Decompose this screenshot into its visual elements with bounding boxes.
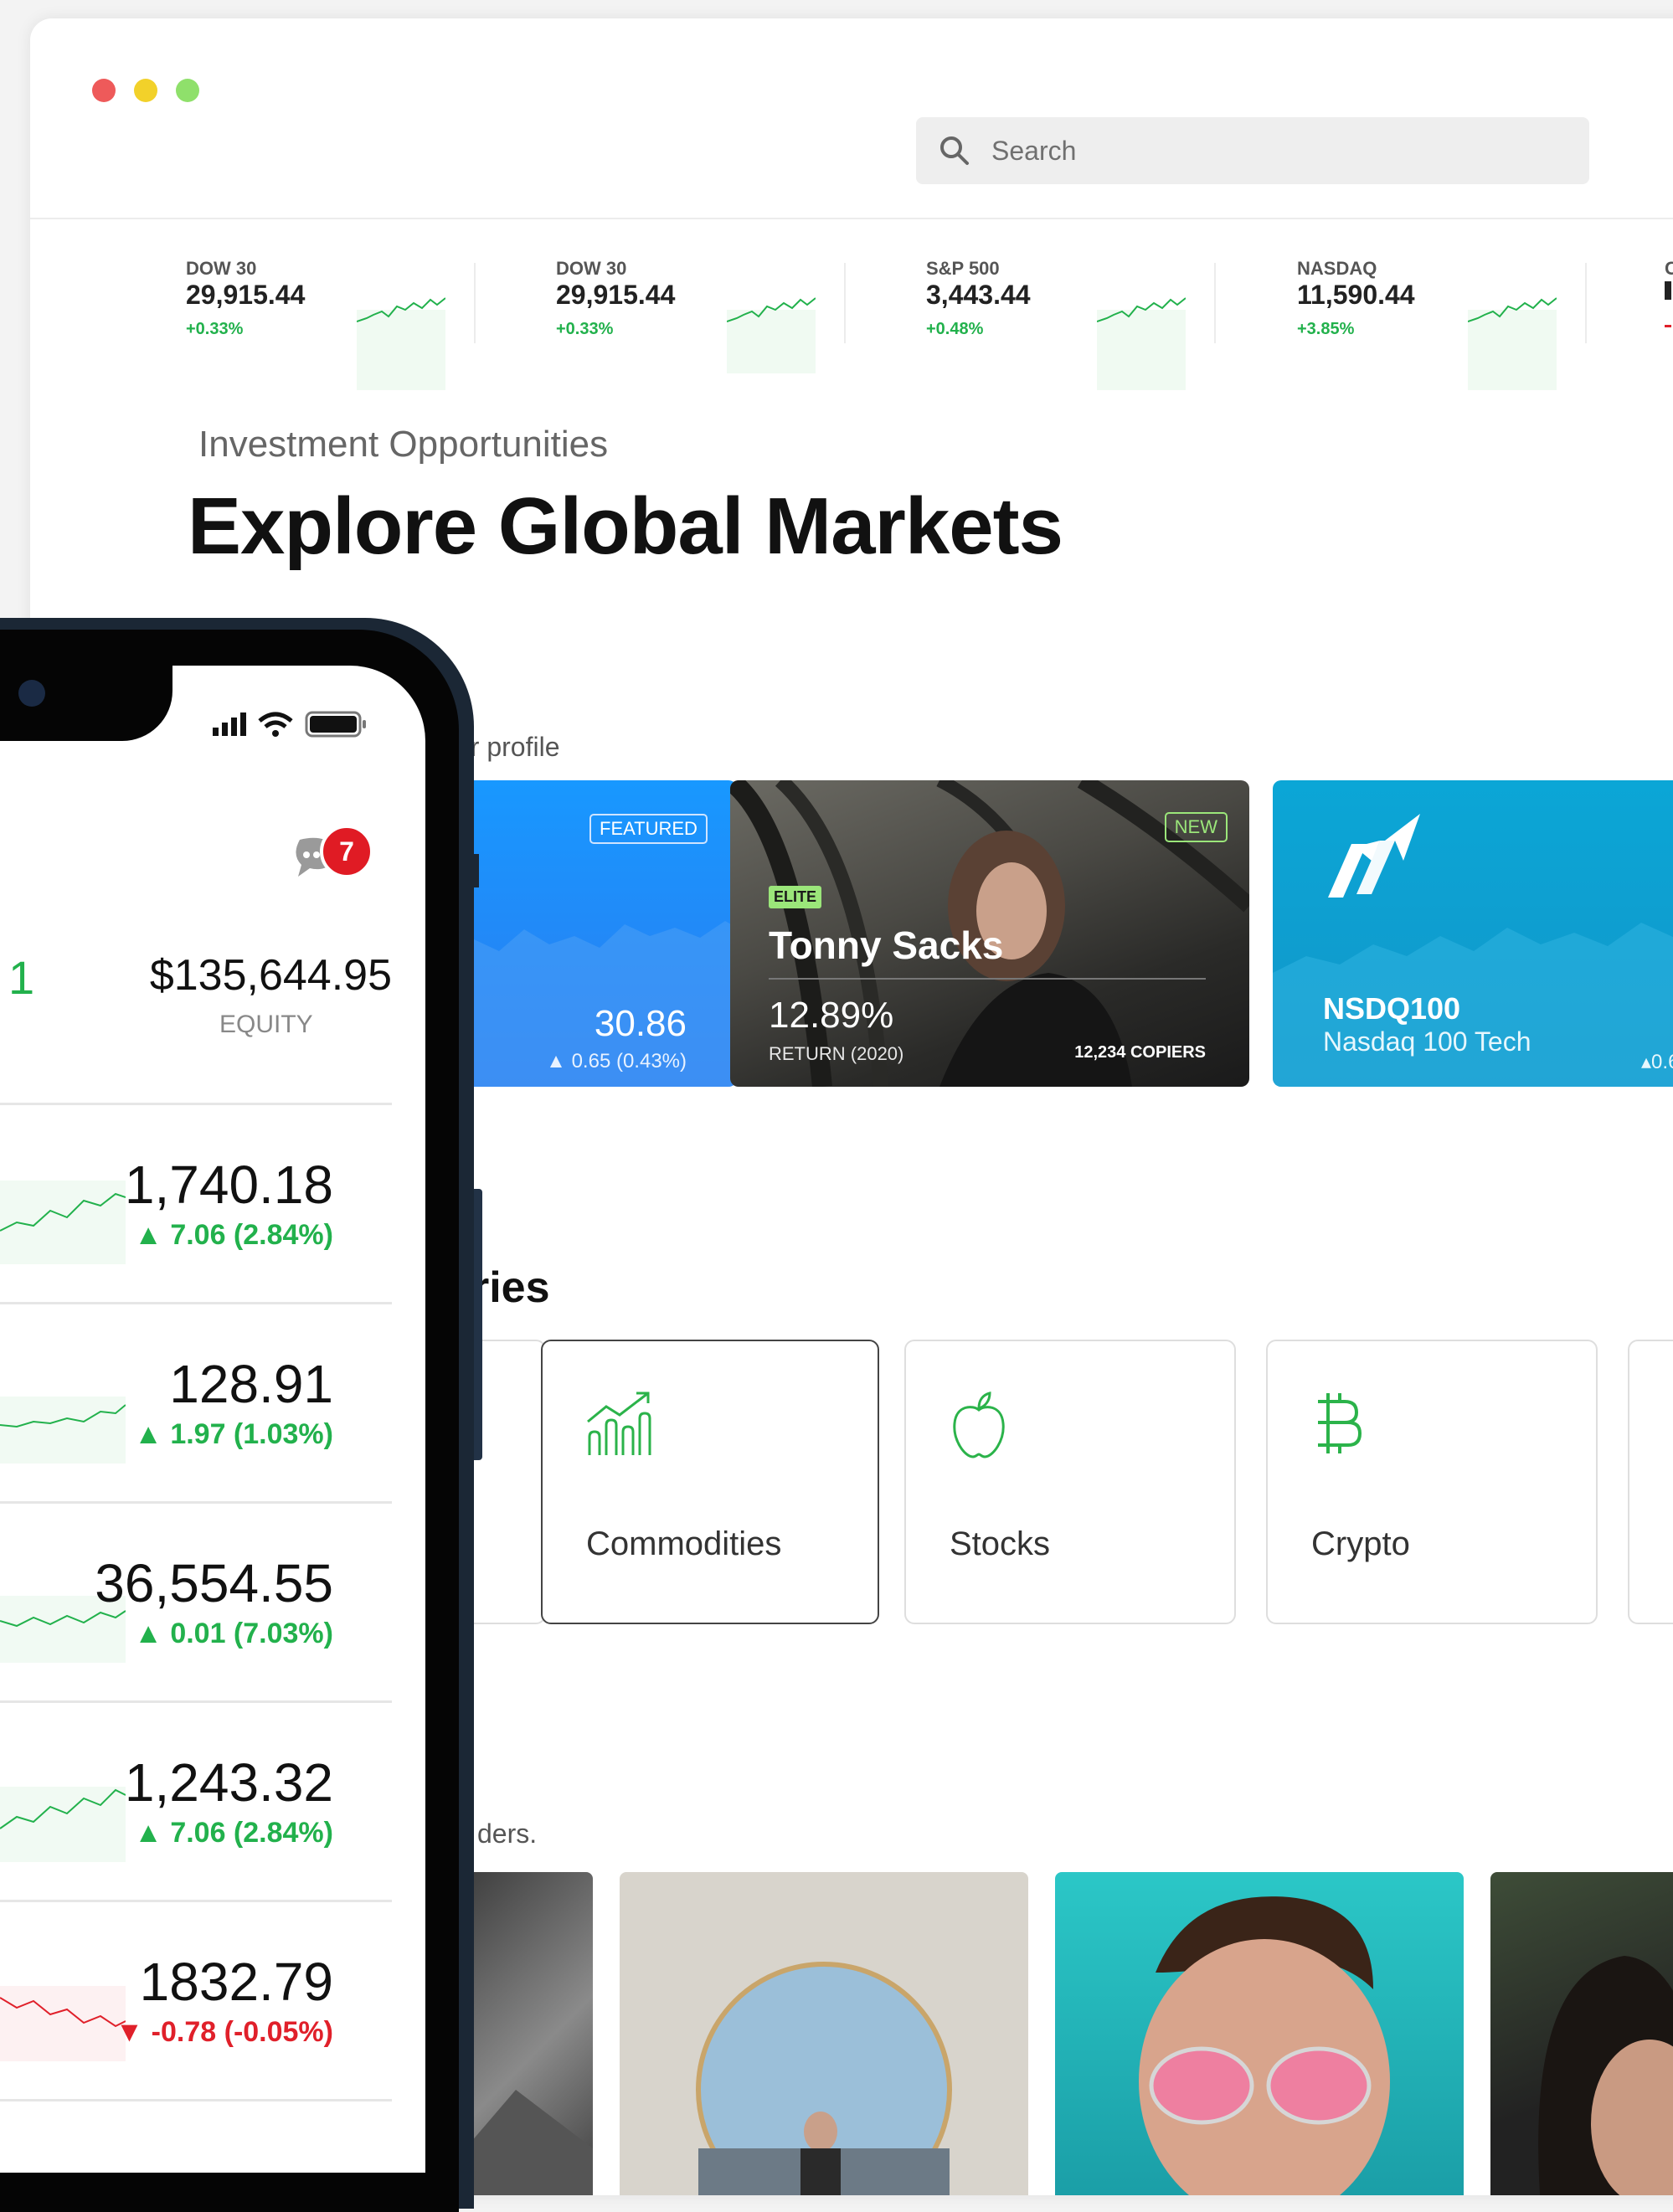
ticker-value: 29,915.44 <box>556 280 676 310</box>
copiers-count: 12,234 COPIERS <box>1074 1043 1206 1062</box>
category-label: Stocks <box>950 1525 1051 1562</box>
sparkline-chart <box>0 1397 126 1464</box>
portfolio-row[interactable]: 128.91 ▲ 1.97 (1.03%) <box>0 1302 392 1502</box>
ticker-value: 29,915.44 <box>186 280 306 310</box>
trader-photo[interactable] <box>1055 1872 1464 2195</box>
category-label: Commodities <box>586 1525 782 1562</box>
ticker-name: S&P 500 <box>926 258 1000 279</box>
sparkline-chart <box>357 297 445 390</box>
sparkline-chart <box>0 1181 126 1264</box>
card-change: ▲ 0.65 (0.43%) <box>546 1050 687 1073</box>
divider <box>30 218 1673 219</box>
portfolio-row[interactable]: 36,554.55 ▲ 0.01 (7.03%) <box>0 1501 392 1701</box>
minimize-window-button[interactable] <box>134 79 157 102</box>
price-value: 1,243.32 <box>124 1752 333 1813</box>
price-change: ▲ 7.06 (2.84%) <box>134 1219 333 1251</box>
maximize-window-button[interactable] <box>176 79 199 102</box>
portfolio-row[interactable] <box>0 2099 392 2173</box>
status-bar-icons <box>213 711 366 738</box>
photo-shape <box>1538 1956 1673 2195</box>
return-label: RETURN (2020) <box>769 1043 904 1064</box>
divider <box>474 263 476 343</box>
ticker-name: DOW 30 <box>556 258 627 279</box>
new-tag: NEW <box>1164 812 1228 842</box>
sparkline-chart <box>0 1986 126 2061</box>
sparkline-chart <box>1097 297 1186 390</box>
portfolio-row[interactable]: 1832.79 ▼ -0.78 (-0.05%) <box>0 1900 392 2100</box>
trader-photo[interactable] <box>620 1872 1028 2195</box>
ticker-name: NASDAQ <box>1297 258 1377 279</box>
price-change: ▲ 7.06 (2.84%) <box>134 1817 333 1849</box>
featured-tag: FEATURED <box>589 814 708 844</box>
index-market-card[interactable]: FI NSDQ100 Nasdaq 100 Tech 30 ▴0.65 ( <box>1273 780 1673 1087</box>
camera-icon <box>18 680 45 707</box>
phone-side-button <box>474 1189 482 1460</box>
sparkline-chart <box>1468 297 1557 390</box>
divider <box>844 263 846 343</box>
ticker-item-partial[interactable]: C <box>1665 258 1673 333</box>
search-placeholder: Search <box>991 136 1077 166</box>
ticker-change: +0.33% <box>186 320 244 338</box>
notification-badge: 7 <box>320 825 373 878</box>
card-change: ▴0.65 ( <box>1641 1051 1673 1073</box>
wifi-icon <box>258 712 293 723</box>
phone-side-button <box>474 854 479 887</box>
card-value: 30.86 <box>594 1003 687 1044</box>
divider <box>1585 263 1587 343</box>
balance-value: 1 <box>8 951 35 1004</box>
section-subtitle: Investment Opportunities <box>198 424 609 465</box>
nasdaq-logo-icon <box>1328 814 1420 898</box>
price-change: ▼ -0.78 (-0.05%) <box>115 2016 333 2048</box>
price-value: 36,554.55 <box>95 1553 333 1613</box>
category-label: Crypto <box>1311 1525 1410 1562</box>
category-card-commodities[interactable]: Commodities <box>541 1340 879 1624</box>
phone-screen: 7 1 $135,644.95 EQUITY 1,740.18 ▲ 7.06 (… <box>0 666 425 2173</box>
search-input[interactable]: Search <box>916 117 1589 184</box>
ticker-value: 11,590.44 <box>1297 280 1415 310</box>
trader-return: 12.89% <box>769 995 894 1036</box>
close-window-button[interactable] <box>92 79 116 102</box>
photo-shape <box>1139 1896 1390 2195</box>
search-icon <box>940 136 969 165</box>
category-card[interactable] <box>1628 1340 1673 1624</box>
categories-heading: ries <box>472 1263 550 1312</box>
photo-shape <box>696 1962 952 2195</box>
ticker-change: +0.33% <box>556 320 614 338</box>
ticker-item[interactable]: NASDAQ 11,590.44 +3.85% <box>1297 238 1665 390</box>
category-card-stocks[interactable]: Stocks <box>904 1340 1236 1624</box>
trader-card[interactable]: NEW ELITE Tonny Sacks 12.89% RETURN (202… <box>730 780 1249 1087</box>
page-title: Explore Global Markets <box>188 481 1063 571</box>
portfolio-row[interactable]: 1,243.32 ▲ 7.06 (2.84%) <box>0 1700 392 1901</box>
elite-badge: ELITE <box>769 886 822 908</box>
chart-growth-icon <box>587 1392 651 1455</box>
index-symbol: NSDQ100 <box>1323 991 1461 1026</box>
index-description: Nasdaq 100 Tech <box>1323 1026 1531 1057</box>
price-value: 1832.79 <box>139 1952 333 2012</box>
equity-value: $135,644.95 <box>149 951 392 1000</box>
ticker-item[interactable]: DOW 30 29,915.44 +0.33% <box>556 238 924 388</box>
ticker-change: +0.48% <box>926 320 984 338</box>
equity-label: EQUITY <box>219 1011 313 1038</box>
apple-icon <box>953 1392 1005 1458</box>
ticker-item[interactable]: S&P 500 3,443.44 +0.48% <box>926 238 1295 390</box>
ticker-name: DOW 30 <box>186 258 257 279</box>
trader-photo[interactable] <box>1490 1872 1673 2195</box>
ticker-value: 3,443.44 <box>926 280 1031 310</box>
divider <box>1214 263 1216 343</box>
divider <box>769 978 1206 980</box>
trader-name: Tonny Sacks <box>769 923 1004 967</box>
price-change: ▲ 0.01 (7.03%) <box>134 1618 333 1649</box>
section-description: ders. <box>477 1818 538 1849</box>
ticker-change: +3.85% <box>1297 320 1355 338</box>
category-card-crypto[interactable]: Crypto <box>1266 1340 1598 1624</box>
sparkline-chart <box>727 297 816 373</box>
portfolio-row[interactable]: 1,740.18 ▲ 7.06 (2.84%) <box>0 1103 392 1303</box>
ticker-item[interactable]: DOW 30 29,915.44 +0.33% <box>186 238 554 390</box>
price-value: 128.91 <box>169 1354 333 1414</box>
price-change: ▲ 1.97 (1.03%) <box>134 1418 333 1450</box>
sparkline-chart <box>0 1787 126 1862</box>
price-value: 1,740.18 <box>124 1155 333 1215</box>
signal-icon <box>213 728 219 736</box>
bitcoin-icon <box>1318 1393 1362 1453</box>
